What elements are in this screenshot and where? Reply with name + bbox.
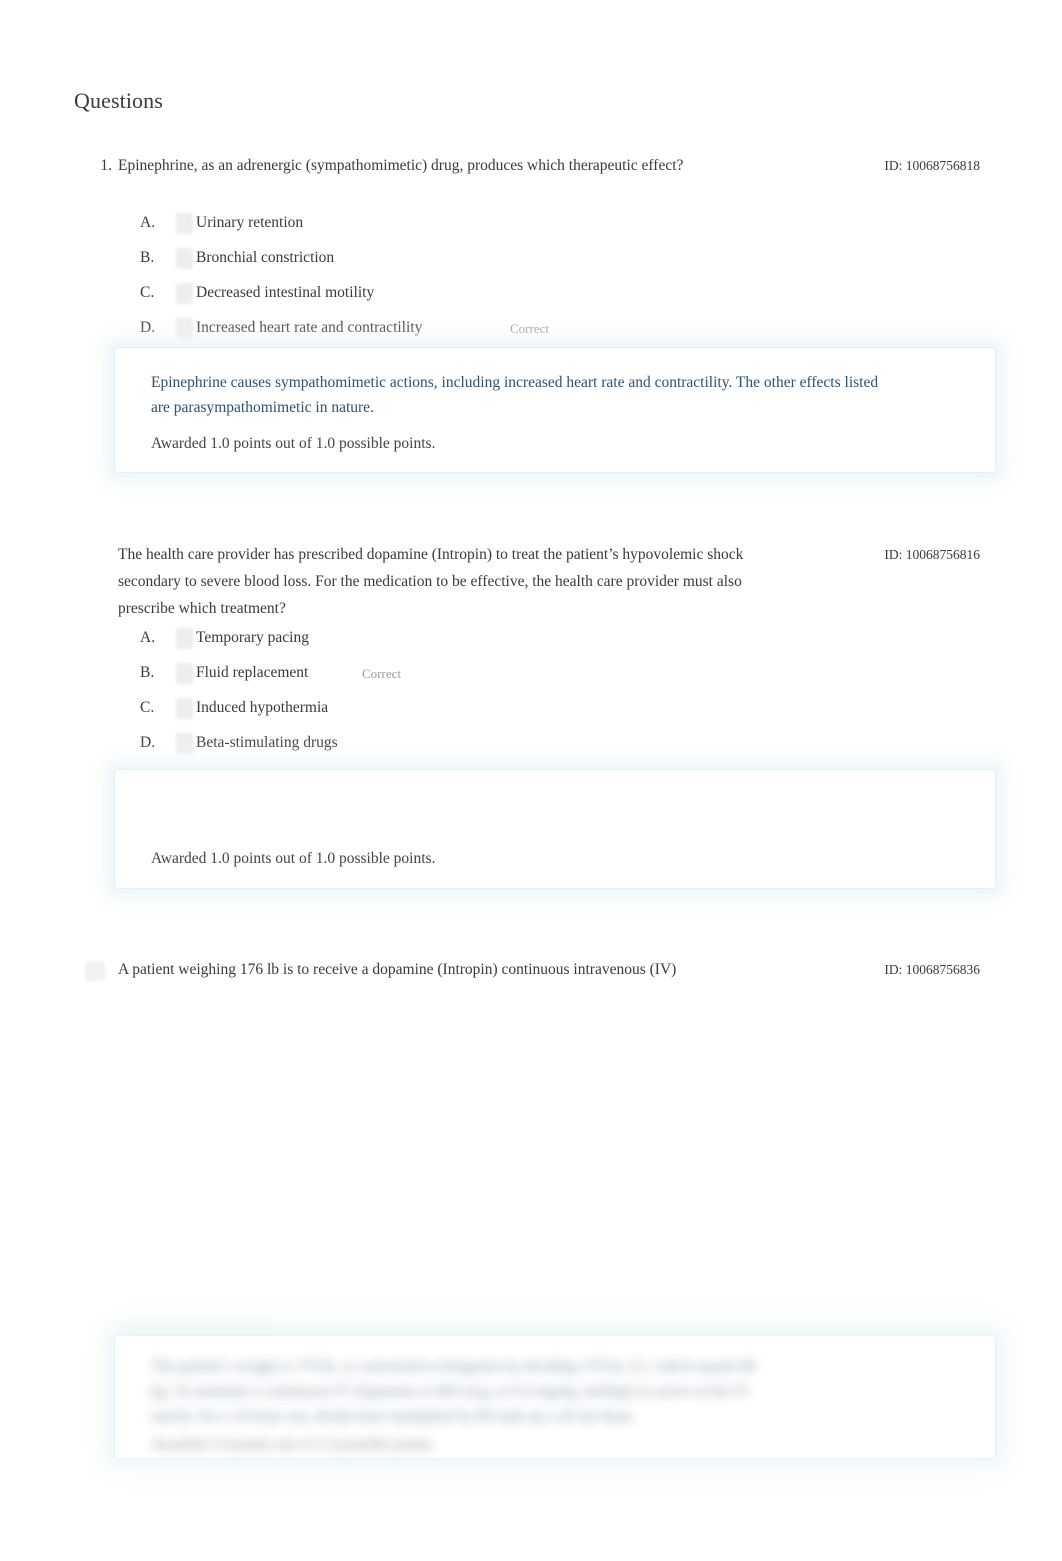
feedback-box-2: Awarded 1.0 points out of 1.0 possible p… xyxy=(115,770,995,888)
option-letter: C. xyxy=(140,699,155,716)
option-row[interactable]: D. Beta-stimulating drugs xyxy=(0,729,1062,764)
option-row[interactable]: D. Increased heart rate and contractilit… xyxy=(0,314,1062,349)
option-row[interactable]: A. Temporary pacing xyxy=(0,624,1062,659)
option-text: Induced hypothermia xyxy=(196,699,329,716)
radio-button-icon[interactable] xyxy=(176,213,193,234)
radio-button-icon[interactable] xyxy=(176,628,193,649)
option-text: Beta-stimulating drugs xyxy=(196,734,338,751)
question-id: ID: 10068756816 xyxy=(884,547,980,562)
option-letter: B. xyxy=(140,249,155,266)
status-badge: Correct xyxy=(510,321,549,336)
option-letter: A. xyxy=(140,629,156,646)
rationale-text-line-2: kg. To maintain a continuous IV dopamine… xyxy=(151,1383,751,1400)
radio-button-icon[interactable] xyxy=(176,318,193,339)
question-marker-icon xyxy=(85,961,105,981)
radio-button-icon[interactable] xyxy=(176,283,193,304)
feedback-box-3-obscured: The patient’s weight is 176 lb, or conve… xyxy=(115,1336,995,1458)
obscured-placeholder-strip xyxy=(122,1322,272,1334)
option-letter: D. xyxy=(140,734,156,751)
option-text: Bronchial constriction xyxy=(196,249,335,266)
question-block-2: The health care provider has prescribed … xyxy=(0,541,1062,623)
awarded-points-text: Awarded 1.0 points out of 1.0 possible p… xyxy=(151,850,436,867)
rationale-text-line-1: The patient’s weight is 176 lb, or conve… xyxy=(151,1358,756,1375)
feedback-box-1: Epinephrine causes sympathomimetic actio… xyxy=(115,348,995,472)
question-id: ID: 10068756818 xyxy=(884,158,980,173)
option-text: Decreased intestinal motility xyxy=(196,284,375,301)
question-number: 1. xyxy=(100,157,112,174)
option-list-2: A. Temporary pacing B. Fluid replacement… xyxy=(0,624,1062,764)
radio-button-icon[interactable] xyxy=(176,733,193,754)
option-row[interactable]: B. Bronchial constriction xyxy=(0,244,1062,279)
option-text: Fluid replacement xyxy=(196,664,309,681)
question-header: 1. Epinephrine, as an adrenergic (sympat… xyxy=(0,152,1062,208)
question-block-1: 1. Epinephrine, as an adrenergic (sympat… xyxy=(0,152,1062,208)
option-row[interactable]: C. Induced hypothermia xyxy=(0,694,1062,729)
question-id: ID: 10068756836 xyxy=(884,962,980,977)
option-text: Temporary pacing xyxy=(196,629,309,646)
option-letter: D. xyxy=(140,319,156,336)
option-letter: B. xyxy=(140,664,155,681)
option-letter: A. xyxy=(140,214,156,231)
question-stem: A patient weighing 176 lb is to receive … xyxy=(118,961,677,978)
awarded-points-text: Awarded 1.0 points out of 1.0 possible p… xyxy=(151,435,436,452)
option-row[interactable]: B. Fluid replacement Correct xyxy=(0,659,1062,694)
awarded-points-text: Awarded 1.0 points out of 1.0 possible p… xyxy=(151,1436,436,1453)
option-letter: C. xyxy=(140,284,155,301)
radio-button-icon[interactable] xyxy=(176,248,193,269)
question-header: The health care provider has prescribed … xyxy=(0,541,1062,623)
question-stem: The health care provider has prescribed … xyxy=(118,546,744,617)
option-row[interactable]: A. Urinary retention xyxy=(0,209,1062,244)
radio-button-icon[interactable] xyxy=(176,698,193,719)
option-row[interactable]: C. Decreased intestinal motility xyxy=(0,279,1062,314)
question-block-3: A patient weighing 176 lb is to receive … xyxy=(0,956,1062,986)
option-text: Urinary retention xyxy=(196,214,304,231)
rationale-text: Epinephrine causes sympathomimetic actio… xyxy=(151,374,879,416)
question-header: A patient weighing 176 lb is to receive … xyxy=(0,956,1062,986)
status-badge: Correct xyxy=(362,666,401,681)
option-text: Increased heart rate and contractility xyxy=(196,319,423,336)
question-stem: Epinephrine, as an adrenergic (sympathom… xyxy=(118,157,684,174)
rationale-text-line-3: rate/hr. For a 24 hour run, divide dose … xyxy=(151,1408,635,1425)
radio-button-icon[interactable] xyxy=(176,663,193,684)
option-list-1: A. Urinary retention B. Bronchial constr… xyxy=(0,209,1062,349)
quiz-review-page: Questions 1. Epinephrine, as an adrenerg… xyxy=(0,0,1062,1561)
page-title: Questions xyxy=(74,88,163,113)
